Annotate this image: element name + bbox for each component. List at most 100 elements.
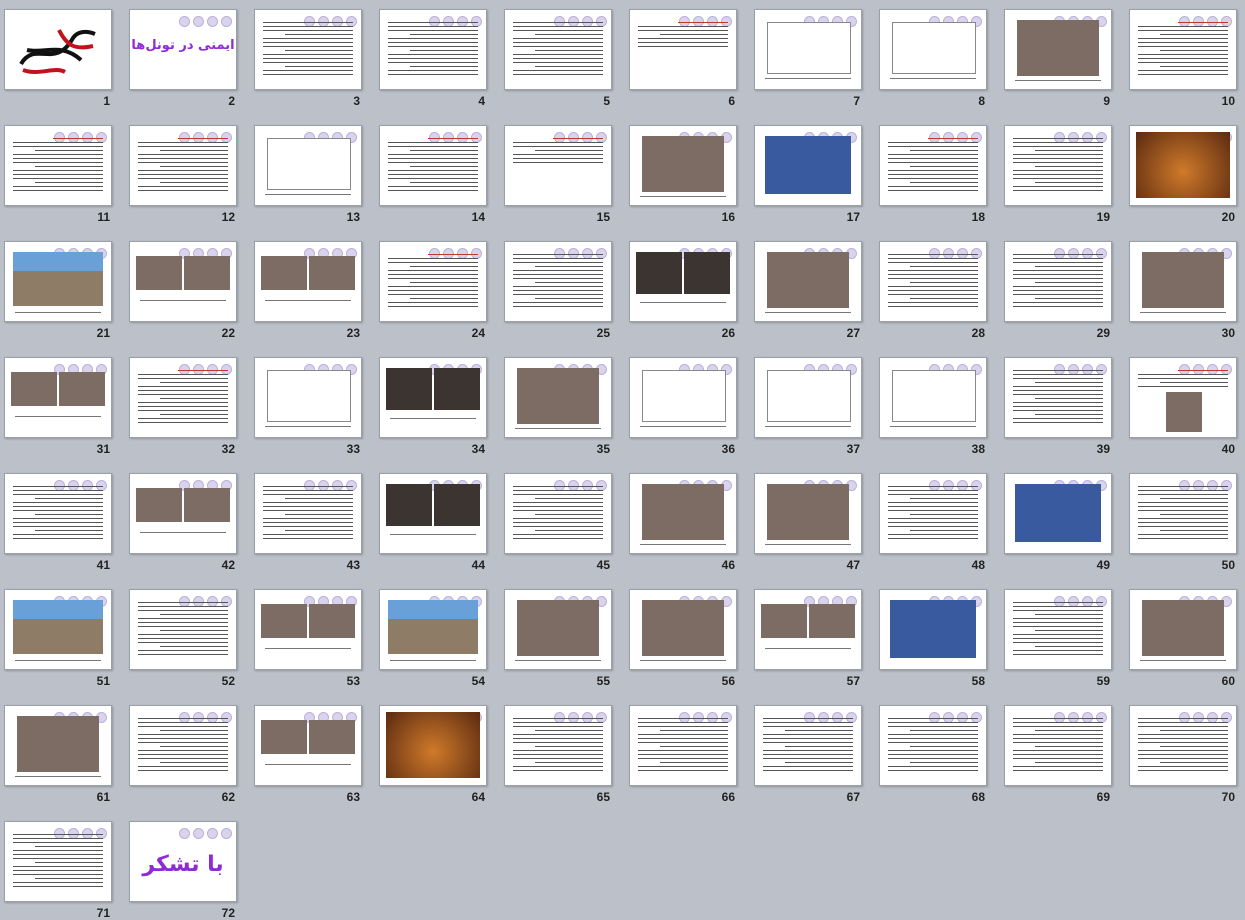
slide-thumbnail[interactable]	[504, 241, 612, 322]
slide-thumbnail[interactable]	[504, 357, 612, 438]
slide-thumbnail[interactable]	[129, 241, 237, 322]
slide-thumbnail[interactable]	[754, 241, 862, 322]
text-line	[763, 738, 853, 739]
text-line	[888, 522, 978, 523]
slide-text-lines	[1013, 254, 1103, 310]
slide-thumbnail[interactable]	[504, 9, 612, 90]
slide-thumbnail[interactable]	[129, 473, 237, 554]
slide-thumbnail[interactable]	[1004, 241, 1112, 322]
slide-thumbnail[interactable]	[754, 473, 862, 554]
slide-text-lines	[1013, 718, 1103, 774]
slide-thumbnail[interactable]	[1004, 589, 1112, 670]
slide-thumbnail[interactable]	[504, 473, 612, 554]
slide-number: 25	[596, 326, 610, 340]
slide-thumbnail[interactable]	[379, 589, 487, 670]
slide-thumbnail[interactable]	[4, 241, 112, 322]
slide-thumbnail[interactable]	[379, 241, 487, 322]
slide-thumbnail[interactable]	[754, 589, 862, 670]
slide-thumbnail[interactable]	[629, 125, 737, 206]
slide-thumbnail[interactable]	[379, 357, 487, 438]
slide-thumbnail[interactable]	[129, 705, 237, 786]
slide-thumbnail[interactable]	[629, 705, 737, 786]
slide-thumbnail[interactable]	[1004, 125, 1112, 206]
slide-number: 52	[221, 674, 235, 688]
slide-number: 32	[221, 442, 235, 456]
text-line	[388, 258, 478, 259]
slide-thumbnail[interactable]	[1129, 357, 1237, 438]
slide-thumbnail[interactable]	[1004, 705, 1112, 786]
slide-text-lines	[888, 254, 978, 310]
slide-thumbnail-cell: 23	[254, 241, 362, 339]
slide-thumbnail[interactable]	[379, 9, 487, 90]
slide-thumbnail[interactable]	[879, 589, 987, 670]
slide-thumbnail[interactable]	[1004, 9, 1112, 90]
slide-thumbnail[interactable]	[504, 705, 612, 786]
slide-thumbnail[interactable]	[129, 125, 237, 206]
slide-thumbnail[interactable]	[129, 357, 237, 438]
slide-thumbnail[interactable]	[754, 705, 862, 786]
slide-thumbnail[interactable]	[379, 705, 487, 786]
slide-thumbnail[interactable]	[1129, 9, 1237, 90]
slide-thumbnail[interactable]	[379, 473, 487, 554]
slide-thumbnail[interactable]	[254, 357, 362, 438]
slide-thumbnail[interactable]	[1129, 241, 1237, 322]
slide-thumbnail[interactable]	[879, 241, 987, 322]
text-line	[1013, 402, 1103, 403]
slide-thumbnail[interactable]	[4, 821, 112, 902]
slide-thumbnail[interactable]	[254, 241, 362, 322]
slide-thumbnail[interactable]	[629, 589, 737, 670]
slide-thumbnail[interactable]	[379, 125, 487, 206]
slide-thumbnail[interactable]	[4, 473, 112, 554]
slide-thumbnail-cell: با تشکر 72	[129, 821, 237, 919]
slide-thumbnail[interactable]	[254, 589, 362, 670]
text-line	[138, 634, 228, 635]
slide-thumbnail[interactable]	[1004, 357, 1112, 438]
slide-thumbnail[interactable]	[504, 125, 612, 206]
slide-thumbnail[interactable]	[504, 589, 612, 670]
slide-thumbnail[interactable]	[879, 473, 987, 554]
slide-thumbnail[interactable]	[1129, 473, 1237, 554]
slide-number: 62	[221, 790, 235, 804]
slide-thumbnail[interactable]	[629, 473, 737, 554]
slide-thumbnail[interactable]	[754, 9, 862, 90]
slide-thumbnail-cell: 55	[504, 589, 612, 687]
slide-thumbnail[interactable]	[879, 357, 987, 438]
slide-text-lines	[388, 138, 478, 194]
slide-thumbnail[interactable]	[879, 125, 987, 206]
slide-thumbnail[interactable]	[629, 357, 737, 438]
text-line	[138, 394, 228, 395]
text-line	[1035, 382, 1103, 383]
slide-thumbnail[interactable]	[4, 589, 112, 670]
slide-thumbnail[interactable]	[1129, 589, 1237, 670]
slide-thumbnail[interactable]	[1129, 705, 1237, 786]
slide-thumbnail[interactable]	[254, 125, 362, 206]
text-line	[888, 294, 978, 295]
slide-thumbnail[interactable]	[1129, 125, 1237, 206]
slide-thumbnail[interactable]	[254, 473, 362, 554]
slide-thumbnail[interactable]	[4, 705, 112, 786]
decor-circle	[193, 828, 204, 839]
slide-thumbnail[interactable]	[254, 705, 362, 786]
text-line	[513, 58, 603, 59]
slide-thumbnail[interactable]	[254, 9, 362, 90]
slide-thumbnail[interactable]	[754, 357, 862, 438]
slide-thumbnail[interactable]: ایمنی در تونل‌ها	[129, 9, 237, 90]
text-line	[1013, 654, 1103, 655]
slide-thumbnail[interactable]	[129, 589, 237, 670]
slide-thumbnail[interactable]	[879, 705, 987, 786]
text-line	[763, 742, 853, 743]
slide-thumbnail[interactable]	[754, 125, 862, 206]
slide-thumbnail[interactable]	[1004, 473, 1112, 554]
slide-number: 28	[971, 326, 985, 340]
slide-photo	[517, 600, 599, 656]
slide-thumbnail[interactable]	[4, 125, 112, 206]
slide-thumbnail[interactable]	[629, 241, 737, 322]
text-line	[13, 490, 103, 491]
slide-thumbnail[interactable]	[629, 9, 737, 90]
slide-thumbnail[interactable]	[879, 9, 987, 90]
slide-thumbnail[interactable]	[4, 357, 112, 438]
slide-thumbnail[interactable]: با تشکر	[129, 821, 237, 902]
text-line	[160, 614, 228, 615]
text-line	[1013, 750, 1103, 751]
slide-thumbnail[interactable]	[4, 9, 112, 90]
